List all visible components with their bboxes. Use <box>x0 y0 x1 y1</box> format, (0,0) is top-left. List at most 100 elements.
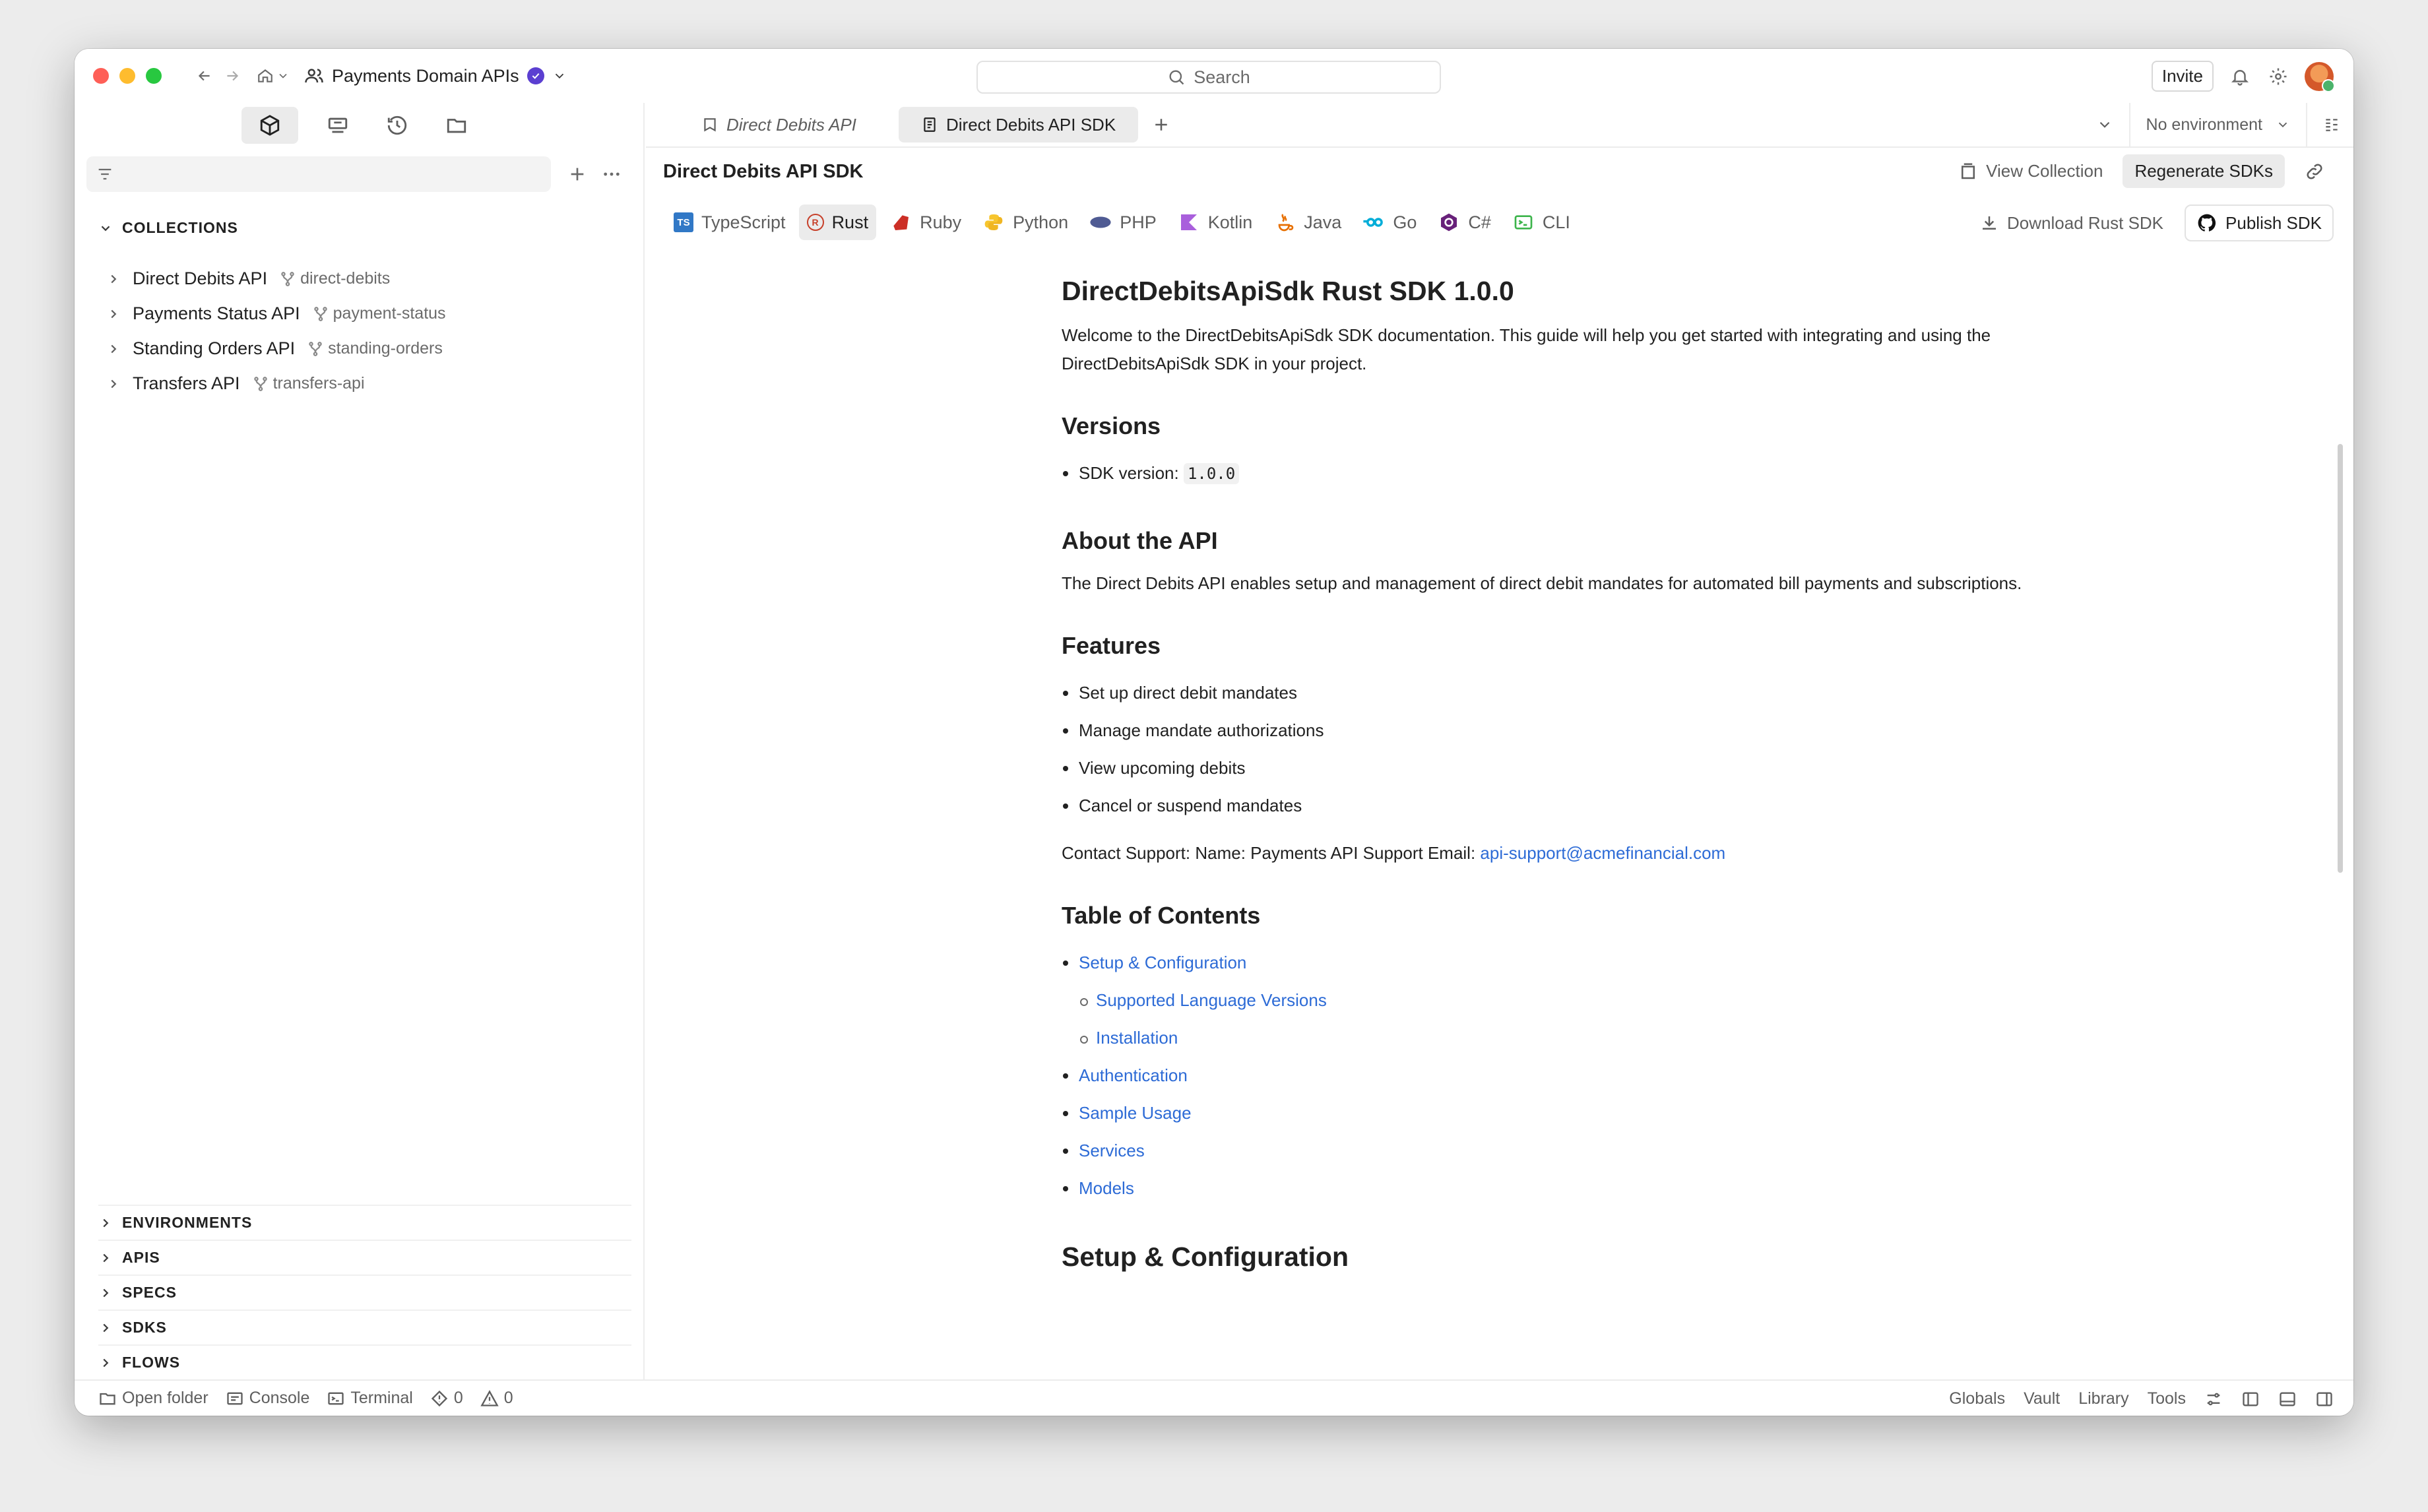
collection-name: Payments Status API <box>133 303 300 323</box>
invite-button[interactable]: Invite <box>2151 61 2214 92</box>
search-input[interactable]: Search <box>976 61 1441 94</box>
open-folder-button[interactable]: Open folder <box>98 1389 208 1408</box>
typescript-icon: TS <box>674 212 693 232</box>
library-link[interactable]: Library <box>2078 1389 2128 1408</box>
toggle-bottom-panel-icon[interactable] <box>2278 1390 2297 1408</box>
settings-sliders-icon[interactable] <box>2204 1390 2223 1408</box>
back-arrow-icon[interactable] <box>191 62 218 90</box>
collection-item[interactable]: Standing Orders API standing-orders <box>98 331 643 366</box>
toggle-sidebar-icon[interactable] <box>2241 1390 2260 1408</box>
intro-paragraph: Welcome to the DirectDebitsApiSdk SDK do… <box>1062 325 1991 373</box>
folder-icon[interactable] <box>437 107 476 144</box>
chevron-down-icon <box>101 225 110 231</box>
support-email-link[interactable]: api-support@acmefinancial.com <box>1480 843 1725 863</box>
collection-name: Direct Debits API <box>133 268 268 288</box>
console-button[interactable]: Console <box>226 1389 310 1408</box>
toc-link-services[interactable]: Services <box>1079 1141 1145 1160</box>
tab-direct-debits-api-sdk[interactable]: Direct Debits API SDK <box>898 107 1139 142</box>
lang-tab-cli[interactable]: CLI <box>1504 205 1578 240</box>
collections-cube-icon[interactable] <box>241 107 298 144</box>
collection-item[interactable]: Direct Debits API direct-debits <box>98 261 643 296</box>
toc-link-sample-usage[interactable]: Sample Usage <box>1079 1103 1192 1123</box>
zoom-window-button[interactable] <box>146 68 162 84</box>
lang-tab-kotlin[interactable]: Kotlin <box>1170 205 1261 240</box>
regenerate-sdks-button[interactable]: Regenerate SDKs <box>2123 154 2285 188</box>
download-rust-sdk-button[interactable]: Download Rust SDK <box>1970 206 2173 240</box>
lang-tab-csharp[interactable]: C# <box>1430 205 1499 240</box>
errors-indicator[interactable]: 0 <box>430 1389 463 1408</box>
terminal-button[interactable]: Terminal <box>327 1389 413 1408</box>
bell-icon[interactable] <box>2228 65 2252 88</box>
gear-icon[interactable] <box>2266 65 2290 88</box>
globals-link[interactable]: Globals <box>1949 1389 2005 1408</box>
lang-tab-python[interactable]: Python <box>974 205 1076 240</box>
scrollbar[interactable] <box>2338 444 2343 873</box>
tools-link[interactable]: Tools <box>2148 1389 2186 1408</box>
specs-section-header[interactable]: SPECS <box>98 1275 631 1309</box>
chevron-down-icon <box>279 73 287 79</box>
toc-item: Authentication <box>1062 1057 2091 1094</box>
python-icon <box>982 211 1005 234</box>
title-bar-actions: Invite <box>2151 61 2335 92</box>
environment-quick-look-icon[interactable] <box>2323 116 2340 133</box>
collection-slug: standing-orders <box>328 339 443 358</box>
list-item: Set up direct debit mandates <box>1062 674 2091 712</box>
about-paragraph: The Direct Debits API enables setup and … <box>1062 573 2022 593</box>
toc-link-setup[interactable]: Setup & Configuration <box>1079 953 1246 972</box>
apis-section-header[interactable]: APIS <box>98 1240 631 1275</box>
filter-input[interactable] <box>86 156 551 192</box>
more-icon[interactable] <box>601 164 622 185</box>
section-label: FLOWS <box>122 1354 181 1371</box>
sdk-documentation: DirectDebitsApiSdk Rust SDK 1.0.0 Welcom… <box>646 243 2344 1379</box>
history-icon[interactable] <box>377 107 417 144</box>
environments-section-header[interactable]: ENVIRONMENTS <box>98 1205 631 1240</box>
ruby-icon <box>889 211 912 234</box>
collection-item[interactable]: Payments Status API payment-status <box>98 296 643 331</box>
console-label: Console <box>249 1389 310 1407</box>
article: DirectDebitsApiSdk Rust SDK 1.0.0 Welcom… <box>1062 243 2091 1273</box>
lang-label: CLI <box>1542 212 1570 232</box>
lang-tab-typescript[interactable]: TS TypeScript <box>666 205 794 240</box>
new-tab-plus-icon[interactable] <box>1145 108 1178 141</box>
home-icon <box>258 69 272 82</box>
environment-area: No environment <box>2096 103 2353 146</box>
warning-icon <box>480 1389 499 1406</box>
sdks-section-header[interactable]: SDKS <box>98 1309 631 1344</box>
collection-slug: direct-debits <box>300 269 391 288</box>
collections-section-header[interactable]: COLLECTIONS <box>98 219 238 237</box>
toc-link-supported-versions[interactable]: Supported Language Versions <box>1096 990 1327 1010</box>
close-window-button[interactable] <box>93 68 109 84</box>
toc-link-authentication[interactable]: Authentication <box>1079 1065 1188 1085</box>
lang-tab-java[interactable]: Java <box>1265 205 1349 240</box>
section-label: SDKS <box>122 1319 167 1336</box>
environment-icon[interactable] <box>318 107 358 144</box>
avatar[interactable] <box>2305 61 2335 92</box>
workspace-switcher[interactable]: Payments Domain APIs <box>304 66 567 86</box>
environment-select[interactable]: No environment <box>2146 115 2290 135</box>
publish-sdk-button[interactable]: Publish SDK <box>2185 205 2334 241</box>
view-collection-button[interactable]: View Collection <box>1949 154 2112 188</box>
lang-tab-ruby[interactable]: Ruby <box>881 205 969 240</box>
tab-direct-debits-api[interactable]: Direct Debits API <box>679 107 879 142</box>
collection-item[interactable]: Transfers API transfers-api <box>98 366 643 401</box>
home-button[interactable] <box>257 62 290 90</box>
toggle-right-panel-icon[interactable] <box>2315 1390 2334 1408</box>
tabs-overflow-chevron-icon[interactable] <box>2096 116 2113 133</box>
minimize-window-button[interactable] <box>119 68 135 84</box>
search-icon <box>1169 70 1184 85</box>
chevron-down-icon <box>2278 122 2287 128</box>
toc-link-models[interactable]: Models <box>1079 1178 1134 1198</box>
toc-link-installation[interactable]: Installation <box>1096 1028 1178 1048</box>
version-label: SDK version: <box>1079 463 1184 483</box>
forward-arrow-icon[interactable] <box>218 62 246 90</box>
plus-icon[interactable] <box>567 164 588 185</box>
lang-tab-go[interactable]: Go <box>1355 205 1424 240</box>
link-icon[interactable] <box>2295 155 2334 188</box>
lang-tab-php[interactable]: PHP <box>1081 205 1165 240</box>
list-item: View upcoming debits <box>1062 749 2091 787</box>
vault-link[interactable]: Vault <box>2024 1389 2060 1408</box>
warnings-indicator[interactable]: 0 <box>480 1389 513 1408</box>
lang-tab-rust[interactable]: R Rust <box>798 205 877 240</box>
flows-section-header[interactable]: FLOWS <box>98 1344 631 1379</box>
search-placeholder: Search <box>1194 67 1250 87</box>
